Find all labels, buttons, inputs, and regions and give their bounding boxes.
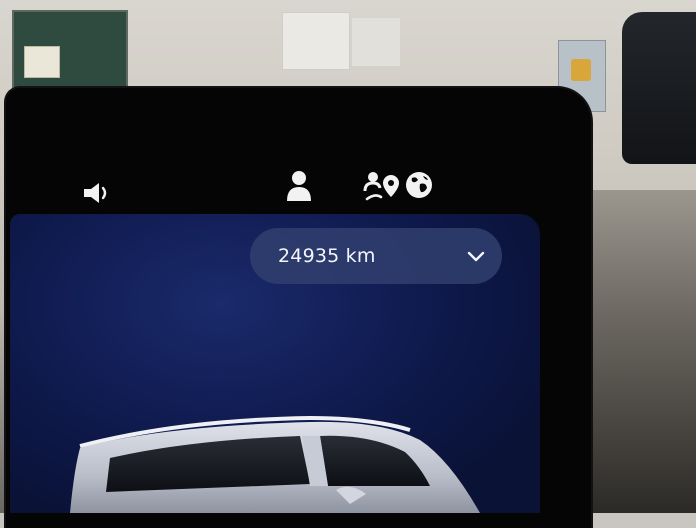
hanging-coat bbox=[622, 12, 696, 164]
speaker-icon[interactable] bbox=[78, 178, 118, 208]
odometer-selector[interactable]: 24935 km bbox=[250, 228, 502, 284]
desk bbox=[580, 190, 696, 513]
wall-note bbox=[24, 46, 60, 78]
odometer-value: 24935 km bbox=[278, 245, 376, 267]
wall-board bbox=[12, 10, 128, 96]
globe-icon[interactable] bbox=[402, 168, 436, 202]
navigation-person-icon[interactable] bbox=[362, 168, 404, 204]
person-icon[interactable] bbox=[284, 168, 314, 204]
chevron-down-icon bbox=[464, 244, 488, 268]
wall-paper bbox=[352, 18, 400, 66]
car-illustration bbox=[10, 400, 540, 513]
wall-paper bbox=[282, 12, 350, 70]
